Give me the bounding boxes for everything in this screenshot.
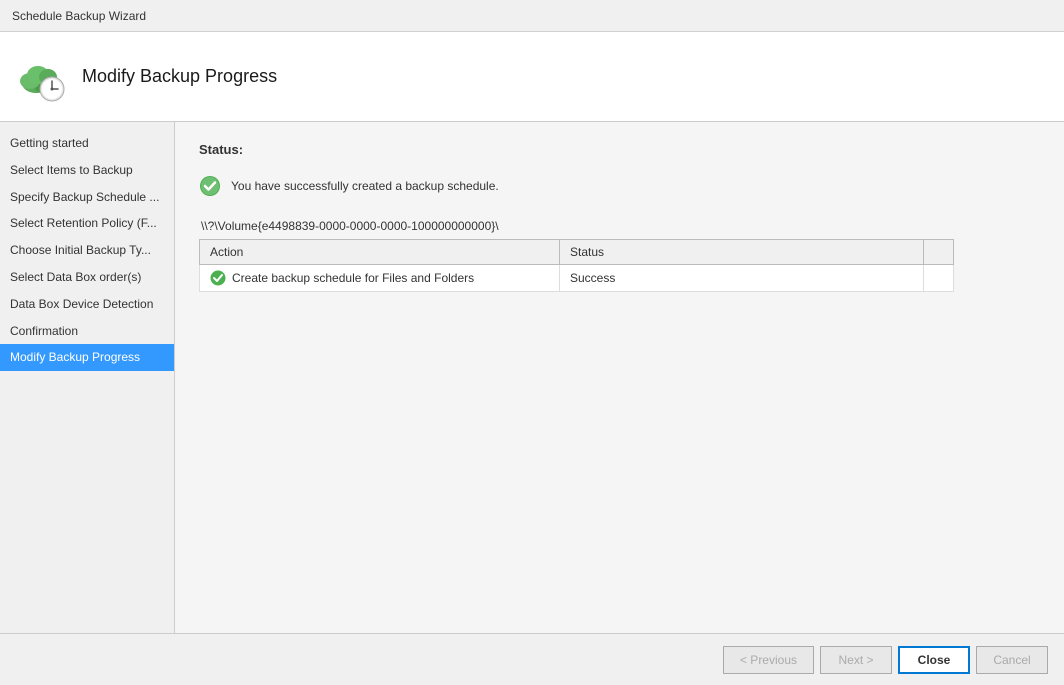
- sidebar-item-confirmation[interactable]: Confirmation: [0, 318, 174, 345]
- cancel-button[interactable]: Cancel: [976, 646, 1048, 674]
- content-area: Status: You have successfully created a …: [175, 122, 1064, 633]
- sidebar-item-specify-schedule[interactable]: Specify Backup Schedule ...: [0, 184, 174, 211]
- success-message: You have successfully created a backup s…: [199, 175, 1040, 197]
- page-title: Modify Backup Progress: [82, 66, 277, 87]
- header-icon: [16, 51, 68, 103]
- title-bar: Schedule Backup Wizard: [0, 0, 1064, 32]
- sidebar-item-retention-policy[interactable]: Select Retention Policy (F...: [0, 210, 174, 237]
- main-container: Getting started Select Items to Backup S…: [0, 122, 1064, 633]
- success-check-icon: [199, 175, 221, 197]
- result-table: Action Status Create backup schedule for…: [199, 239, 954, 292]
- status-label: Status:: [199, 142, 1040, 157]
- table-cell-status: Success: [560, 265, 924, 292]
- sidebar-item-select-items[interactable]: Select Items to Backup: [0, 157, 174, 184]
- table-header-status: Status: [560, 240, 924, 265]
- sidebar-item-initial-backup[interactable]: Choose Initial Backup Ty...: [0, 237, 174, 264]
- next-button[interactable]: Next >: [820, 646, 892, 674]
- sidebar-item-getting-started[interactable]: Getting started: [0, 130, 174, 157]
- table-header-action: Action: [200, 240, 560, 265]
- volume-path: \\?\Volume{e4498839-0000-0000-0000-10000…: [199, 219, 1040, 233]
- previous-button[interactable]: < Previous: [723, 646, 814, 674]
- close-button[interactable]: Close: [898, 646, 970, 674]
- table-cell-action: Create backup schedule for Files and Fol…: [200, 265, 560, 292]
- row-check-icon: [210, 270, 226, 286]
- title-bar-label: Schedule Backup Wizard: [12, 9, 146, 23]
- backup-icon: [16, 51, 68, 103]
- sidebar-item-device-detection[interactable]: Data Box Device Detection: [0, 291, 174, 318]
- table-row: Create backup schedule for Files and Fol…: [200, 265, 954, 292]
- sidebar-item-data-box-order[interactable]: Select Data Box order(s): [0, 264, 174, 291]
- sidebar: Getting started Select Items to Backup S…: [0, 122, 175, 633]
- success-text: You have successfully created a backup s…: [231, 179, 499, 193]
- table-cell-extra: [924, 265, 954, 292]
- action-text: Create backup schedule for Files and Fol…: [232, 271, 474, 285]
- header: Modify Backup Progress: [0, 32, 1064, 122]
- footer: < Previous Next > Close Cancel: [0, 633, 1064, 685]
- sidebar-item-modify-progress[interactable]: Modify Backup Progress: [0, 344, 174, 371]
